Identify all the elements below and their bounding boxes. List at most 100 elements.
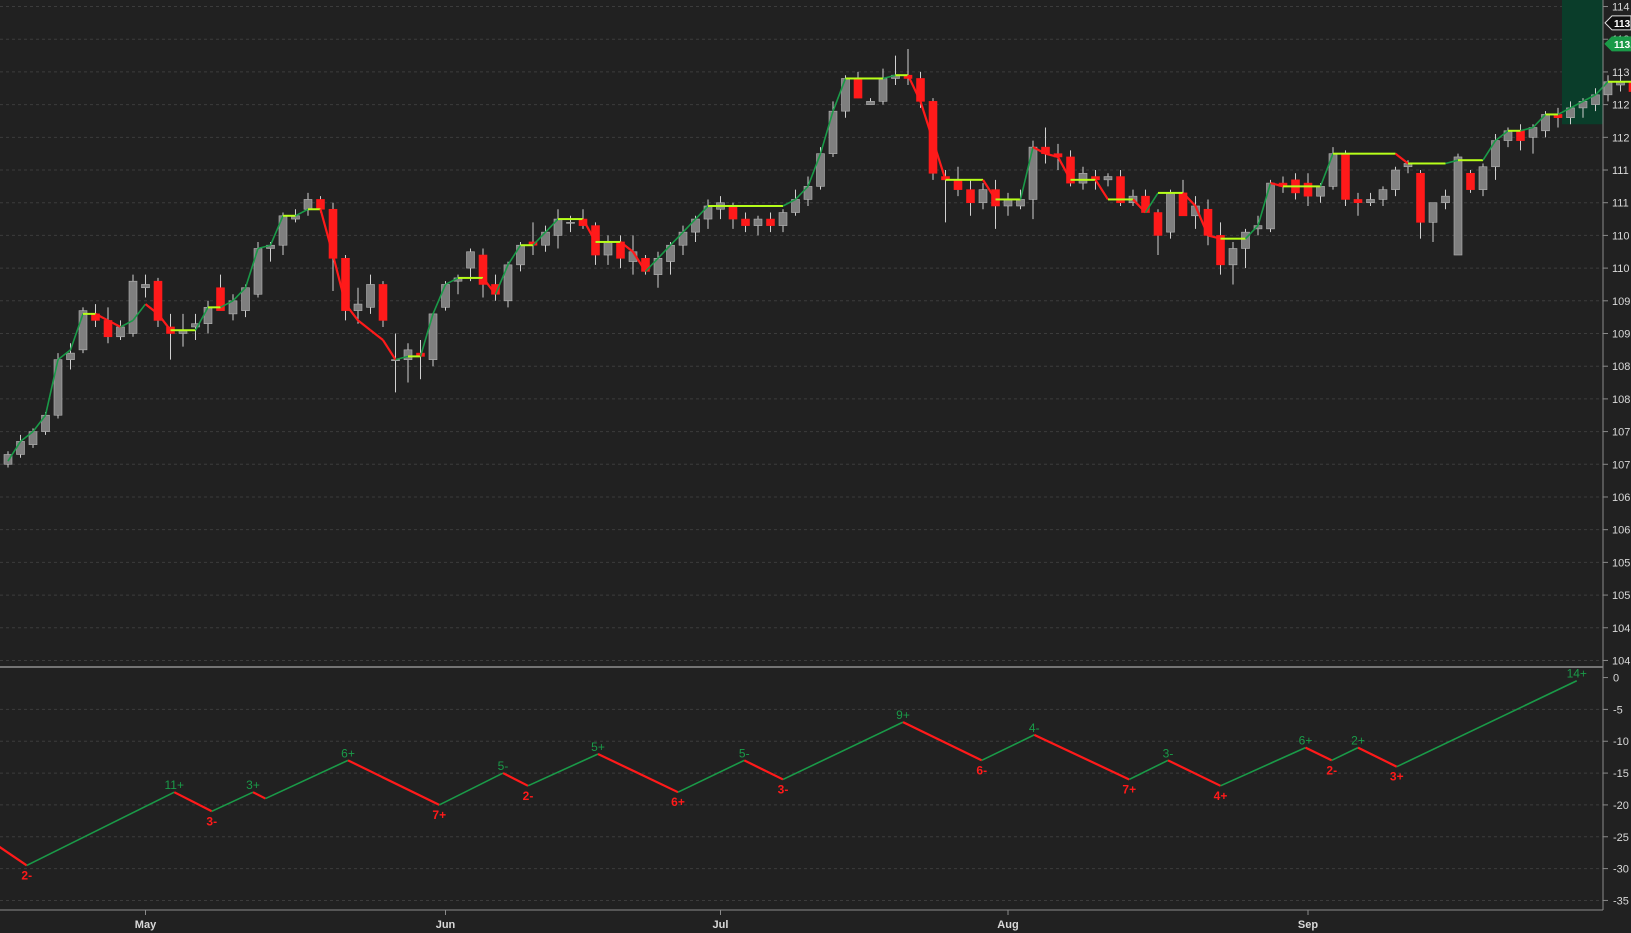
candle-body [766, 218, 775, 226]
candle-body [66, 352, 75, 360]
oscillator-count-label: 6+ [671, 795, 685, 809]
candle-body [303, 199, 313, 210]
oscillator-count-label: 5- [739, 746, 750, 760]
oscillator-count-label: 5- [498, 759, 509, 773]
candle-body [1416, 172, 1425, 223]
candle-body [353, 303, 363, 311]
time-tick-label: Jun [436, 919, 456, 931]
oscillator-tick-label: -20 [1613, 800, 1629, 812]
candle-body [1353, 199, 1363, 204]
candle-body [1153, 212, 1163, 236]
candle-body [1316, 186, 1325, 197]
candle-body [1103, 176, 1113, 181]
candle-body [1228, 248, 1238, 266]
candle-body [378, 284, 388, 321]
oscillator-tick-label: -25 [1613, 832, 1629, 844]
candle-body [278, 215, 288, 246]
candle-body [1078, 172, 1088, 184]
price-tick-label: 107 [1612, 459, 1630, 471]
candle-body [316, 199, 325, 210]
candle-body [1516, 130, 1525, 141]
candle-body [366, 284, 375, 308]
candle-body [1428, 202, 1438, 223]
chart-background [0, 0, 1631, 933]
candle-body [1453, 156, 1463, 256]
candle-body [816, 153, 825, 187]
price-tick-label: 111 [1612, 198, 1629, 210]
price-tag-label: 113. [1614, 19, 1631, 30]
price-tick-label: 113 [1612, 67, 1630, 79]
candle-body [841, 78, 850, 112]
oscillator-tick-label: 0 [1613, 673, 1619, 685]
price-tick-label: 112 [1612, 100, 1630, 112]
candle-body [741, 218, 750, 226]
oscillator-count-label: 3- [778, 782, 789, 796]
price-tick-label: 104 [1612, 655, 1630, 667]
oscillator-tick-label: -10 [1613, 736, 1629, 748]
candle-body [828, 110, 838, 154]
price-tick-label: 114 [1612, 2, 1630, 14]
candle-body [603, 241, 613, 256]
price-tick-label: 106 [1612, 492, 1630, 504]
price-tick-label: 111 [1612, 165, 1629, 177]
oscillator-count-label: 14+ [1567, 667, 1587, 681]
candle-body [866, 101, 875, 105]
oscillator-count-label: 7+ [1122, 782, 1136, 796]
candle-body [116, 326, 125, 338]
candle-body [1466, 172, 1475, 190]
price-tick-label: 110 [1612, 230, 1630, 242]
price-tag-label: 113. [1614, 40, 1631, 51]
candle-body [1303, 182, 1313, 197]
time-tick-label: Aug [997, 919, 1018, 931]
price-tick-label: 108 [1612, 361, 1630, 373]
price-tick-label: 105 [1612, 557, 1630, 569]
oscillator-count-label: 3- [206, 814, 217, 828]
oscillator-tick-label: -15 [1613, 768, 1629, 780]
price-tick-label: 112 [1612, 132, 1630, 144]
oscillator-count-label: 6+ [1299, 734, 1313, 748]
time-tick-label: Jul [713, 919, 729, 931]
oscillator-count-label: 9+ [896, 708, 910, 722]
candle-body [1441, 195, 1450, 204]
candle-body [1166, 192, 1175, 233]
candle-body [128, 280, 138, 334]
candle-body [403, 349, 413, 360]
candle-body [1028, 146, 1038, 200]
time-tick-label: Sep [1298, 919, 1318, 931]
price-tick-label: 105 [1612, 590, 1630, 602]
candle-body [203, 307, 213, 324]
candle-body [78, 310, 88, 351]
candle-body [878, 78, 888, 102]
candle-body [391, 359, 400, 361]
price-tick-label: 109 [1612, 329, 1630, 341]
oscillator-count-label: 7+ [432, 808, 446, 822]
candle-body [1328, 153, 1338, 187]
candle-body [53, 359, 63, 416]
oscillator-count-label: 2- [21, 868, 32, 882]
candle-body [1216, 235, 1225, 266]
candle-body [566, 222, 575, 224]
price-tick-label: 110 [1612, 263, 1630, 275]
candle-body [466, 251, 475, 269]
candle-body [778, 212, 788, 226]
price-tick-label: 109 [1612, 296, 1630, 308]
oscillator-count-label: 4+ [1214, 789, 1228, 803]
candle-body [966, 189, 975, 204]
candle-body [1366, 199, 1375, 204]
oscillator-tick-label: -5 [1613, 704, 1623, 716]
price-tick-label: 104 [1612, 623, 1630, 635]
candle-body [1378, 189, 1388, 200]
candle-body [1391, 169, 1400, 190]
candle-body [953, 179, 963, 190]
candle-body [1341, 153, 1350, 200]
oscillator-count-label: 3- [1163, 746, 1174, 760]
oscillator-count-label: 6- [976, 763, 987, 777]
candle-body [441, 284, 450, 308]
oscillator-count-label: 2- [523, 789, 534, 803]
candle-body [16, 441, 25, 455]
price-tick-label: 106 [1612, 525, 1630, 537]
oscillator-tick-label: -35 [1613, 895, 1629, 907]
candle-body [728, 205, 738, 220]
oscillator-count-label: 11+ [165, 778, 184, 792]
oscillator-count-label: 2+ [1351, 734, 1365, 748]
